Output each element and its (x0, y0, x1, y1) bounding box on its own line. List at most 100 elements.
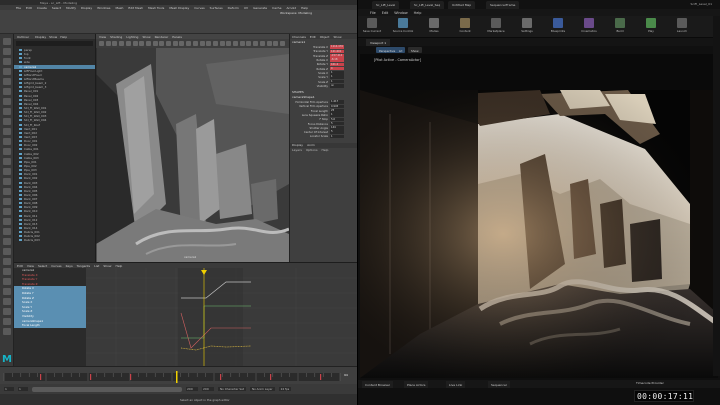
viewport-tool-icon[interactable] (112, 41, 118, 46)
maya-menu-item[interactable]: Edit Mesh (128, 6, 143, 10)
attribute-value-field[interactable]: 5 (330, 130, 344, 134)
keyframe-marker[interactable] (320, 374, 322, 380)
maya-menu-item[interactable]: Curves (194, 6, 204, 10)
viewport-menu-item[interactable]: Lighting (126, 35, 138, 39)
viewport-tab[interactable]: Viewport 1 (366, 39, 391, 46)
maya-menu-item[interactable]: Modify (66, 6, 76, 10)
outliner-menu-display[interactable]: Display (35, 35, 46, 39)
viewport-tool-icon[interactable] (199, 41, 205, 46)
tool-icon[interactable] (3, 108, 11, 115)
tool-icon[interactable] (3, 38, 11, 45)
attribute-value-field[interactable]: 25 (330, 108, 344, 113)
perspective-button[interactable]: Perspective (376, 47, 399, 53)
tool-icon[interactable] (3, 288, 11, 295)
range-start[interactable]: 1 (4, 387, 14, 391)
keyframe-marker[interactable] (90, 374, 92, 380)
unreal-level-tab[interactable]: Sc_Lift_Level_Seq (410, 1, 445, 9)
attribute-value-field[interactable]: 1 (330, 113, 344, 117)
maya-menu-item[interactable]: File (16, 6, 21, 10)
toolbar-button[interactable]: Build (608, 18, 632, 37)
graph-editor-menu-item[interactable]: Keys (66, 264, 73, 268)
attribute-value-field[interactable]: 0 (330, 66, 344, 71)
timecode-provider-tab[interactable]: Timecode Provider (636, 381, 664, 385)
maya-menu-item[interactable]: Select (52, 6, 61, 10)
attribute-value-field[interactable]: 1 (330, 75, 344, 80)
maya-menu-item[interactable]: Help (301, 6, 308, 10)
bottom-panel-tab[interactable]: Content Browser (362, 381, 394, 388)
tool-icon[interactable] (3, 118, 11, 125)
viewport-tool-icon[interactable] (192, 41, 198, 46)
tool-icon[interactable] (3, 318, 11, 325)
outliner-menu-show[interactable]: Show (49, 35, 57, 39)
maya-menu-item[interactable]: Mesh (116, 6, 124, 10)
maya-menu-item[interactable]: Windows (97, 6, 110, 10)
show-button[interactable]: Show (408, 47, 422, 53)
viewport-tool-icon[interactable] (179, 41, 185, 46)
maya-menu-item[interactable]: Display (81, 6, 92, 10)
attribute-value-field[interactable]: on (330, 84, 344, 88)
maya-viewport[interactable]: View Shading Lighting Show Renderer Panels ca… (96, 34, 289, 262)
viewport-tool-icon[interactable] (125, 41, 131, 46)
viewport-tool-icon[interactable] (159, 41, 165, 46)
maya-menu-item[interactable]: Edit (26, 6, 32, 10)
viewport-tool-icon[interactable] (206, 41, 212, 46)
tool-icon[interactable] (3, 328, 11, 335)
tool-icon[interactable] (3, 238, 11, 245)
tool-icon[interactable] (3, 258, 11, 265)
attribute-value-field[interactable]: 101.2 (330, 62, 344, 67)
graph-editor-menu-item[interactable]: Show (103, 264, 111, 268)
viewport-tool-icon[interactable] (119, 41, 125, 46)
attribute-value-field[interactable]: -157.414 (330, 53, 344, 58)
attribute-value-field[interactable]: 1.417 (330, 100, 344, 104)
unreal-level-tab[interactable]: Untitled Map (448, 1, 476, 9)
viewport-tool-icon[interactable] (99, 41, 104, 46)
keyframe-marker[interactable] (270, 374, 272, 380)
viewport-tool-icon[interactable] (219, 41, 225, 46)
tool-icon[interactable] (3, 248, 11, 255)
maya-menu-item[interactable]: Create (37, 6, 47, 10)
tool-icon[interactable] (3, 178, 11, 185)
tool-icon[interactable] (3, 208, 11, 215)
unreal-level-tab[interactable]: SequencerFrame (486, 1, 520, 9)
unreal-level-tab[interactable]: Sc_Lift_Level (372, 1, 400, 9)
attribute-value-field[interactable]: 1 (330, 134, 344, 139)
maya-menu-item[interactable]: Deform (228, 6, 239, 10)
viewport-tool-icon[interactable] (246, 41, 252, 46)
toolbar-button[interactable]: Content (453, 18, 477, 37)
graph-editor-menu-item[interactable]: View (27, 264, 34, 268)
viewport-menu-item[interactable]: Show (142, 35, 150, 39)
bottom-panel-tab[interactable]: Sequencer (488, 381, 511, 388)
tool-icon[interactable] (3, 148, 11, 155)
viewport-tool-icon[interactable] (253, 41, 259, 46)
anim-end[interactable]: 200 (186, 387, 198, 391)
bottom-panel-tab[interactable]: Place Actors (404, 381, 429, 388)
toolbar-button[interactable]: Settings (515, 18, 539, 37)
keyframe-marker[interactable] (130, 374, 132, 380)
outliner-search-input[interactable] (16, 41, 93, 46)
tool-icon[interactable] (3, 218, 11, 225)
viewport-tool-icon[interactable] (279, 41, 285, 46)
channel-box-tab[interactable]: Edit (310, 35, 316, 39)
layer-menu-help[interactable]: Help (322, 148, 329, 152)
channel-box-tab[interactable]: Channels (292, 35, 306, 39)
layer-menu-layers[interactable]: Layers (292, 148, 302, 152)
viewport-tool-icon[interactable] (266, 41, 272, 46)
tool-icon[interactable] (3, 268, 11, 275)
viewport-tool-icon[interactable] (273, 41, 279, 46)
current-frame[interactable]: 94 (344, 373, 348, 377)
viewport-tool-icon[interactable] (259, 41, 265, 46)
attribute-value-field[interactable]: -8.18 (330, 58, 344, 62)
tool-icon[interactable] (3, 128, 11, 135)
graph-editor-menu-item[interactable]: Curves (51, 264, 61, 268)
tool-icon[interactable] (3, 308, 11, 315)
channel-box-tab[interactable]: Show (333, 35, 341, 39)
toolbar-button[interactable]: Source Control (391, 18, 415, 37)
maya-menu-item[interactable]: UV (244, 6, 248, 10)
tool-icon[interactable] (3, 198, 11, 205)
toolbar-button[interactable]: Marketplace (484, 18, 508, 37)
layer-menu-options[interactable]: Options (306, 148, 318, 152)
attribute-value-field[interactable]: 5.6 (330, 117, 344, 122)
curve-list-item[interactable]: Focal Length (14, 323, 86, 328)
lit-button[interactable]: Lit (396, 47, 406, 53)
viewport-menu-item[interactable]: Renderer (155, 35, 169, 39)
